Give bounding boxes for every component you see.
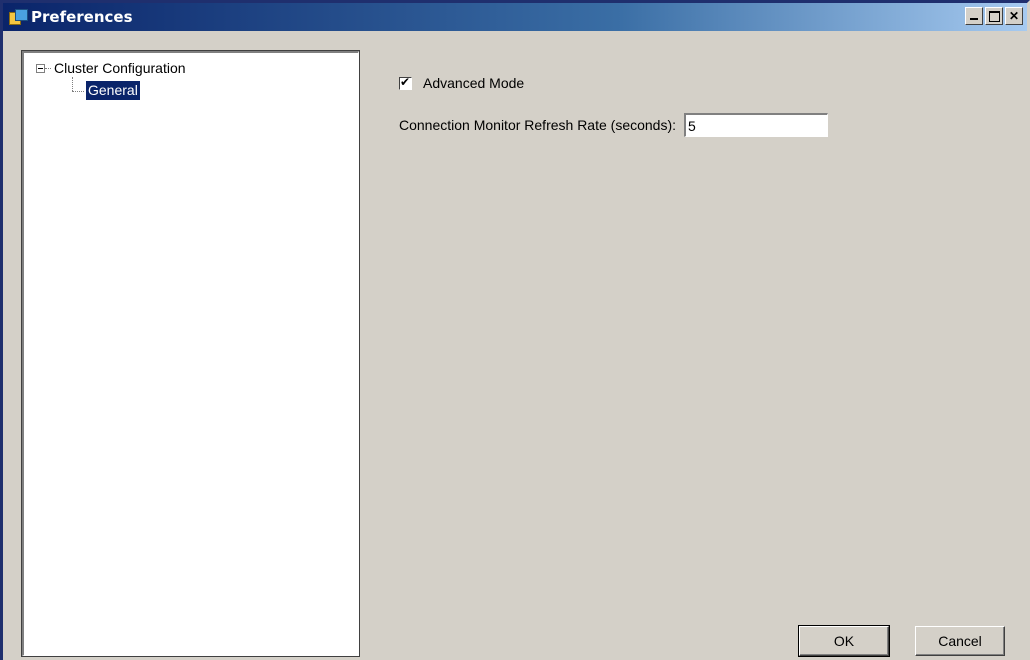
window-controls: ✕ bbox=[963, 7, 1023, 25]
collapse-icon[interactable] bbox=[36, 63, 45, 73]
preferences-window: Preferences ✕ Cluster Configuration Gene… bbox=[0, 0, 1030, 660]
ok-button[interactable]: OK bbox=[798, 625, 890, 657]
maximize-button[interactable] bbox=[985, 7, 1003, 25]
cancel-button[interactable]: Cancel bbox=[915, 626, 1005, 656]
advanced-mode-label: Advanced Mode bbox=[423, 75, 525, 91]
minimize-button[interactable] bbox=[965, 7, 983, 25]
app-icon bbox=[9, 9, 28, 25]
advanced-mode-option[interactable]: Advanced Mode bbox=[399, 75, 524, 91]
tree-node-cluster-configuration[interactable]: Cluster Configuration bbox=[36, 60, 186, 76]
settings-panel: Advanced Mode Connection Monitor Refresh… bbox=[359, 51, 1024, 651]
refresh-rate-label: Connection Monitor Refresh Rate (seconds… bbox=[399, 117, 677, 133]
advanced-mode-checkbox[interactable] bbox=[399, 75, 412, 90]
refresh-rate-input[interactable] bbox=[684, 113, 829, 137]
preferences-tree[interactable]: Cluster Configuration General bbox=[21, 50, 360, 657]
tree-node-label: General bbox=[86, 81, 140, 100]
tree-connector bbox=[45, 67, 51, 69]
tree-node-label: Cluster Configuration bbox=[54, 60, 186, 76]
tree-connector-vertical bbox=[72, 77, 73, 91]
close-button[interactable]: ✕ bbox=[1005, 7, 1023, 25]
tree-node-general[interactable]: General bbox=[86, 81, 140, 100]
tree-connector-horizontal bbox=[72, 91, 84, 92]
window-title: Preferences bbox=[31, 8, 133, 26]
refresh-rate-row: Connection Monitor Refresh Rate (seconds… bbox=[399, 113, 829, 137]
title-bar[interactable]: Preferences ✕ bbox=[3, 3, 1027, 31]
